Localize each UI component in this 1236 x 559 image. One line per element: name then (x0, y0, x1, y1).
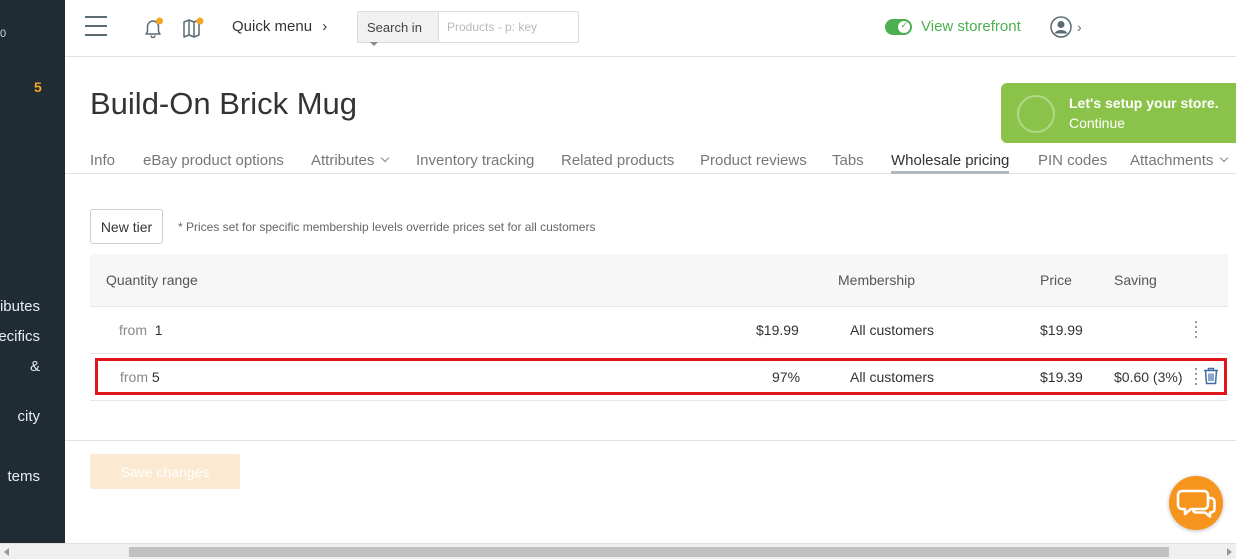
scroll-right-arrow-icon[interactable] (1227, 548, 1232, 556)
quantity-cell[interactable]: from 1 (119, 322, 163, 338)
column-quantity-range: Quantity range (106, 272, 198, 288)
tab-attachments[interactable]: Attachments (1130, 152, 1229, 169)
sidebar-item-specifics[interactable]: ecifics (0, 328, 40, 345)
chevron-down-icon (381, 153, 390, 163)
table-row[interactable]: from 1 $19.99 All customers $19.99 (90, 307, 1228, 354)
table-row[interactable]: from 5 97% All customers $19.39 $0.60 (3… (90, 354, 1228, 401)
quick-menu-button[interactable]: Quick menu › (232, 18, 327, 35)
progress-ring-icon (1017, 95, 1055, 133)
sidebar: 0 5 ributes ecifics & city tems (0, 0, 65, 559)
value-cell[interactable]: $19.99 (756, 322, 799, 338)
tab-wholesale-pricing[interactable]: Wholesale pricing (891, 152, 1010, 174)
setup-store-card[interactable]: Let's setup your store. Continue (1001, 83, 1236, 143)
membership-cell[interactable]: All customers (850, 369, 934, 385)
trash-icon[interactable] (1203, 367, 1219, 390)
membership-cell[interactable]: All customers (850, 322, 934, 338)
value-cell[interactable]: 97% (772, 369, 800, 385)
row-menu-icon[interactable] (1194, 321, 1198, 338)
column-membership: Membership (838, 272, 916, 288)
search-scope-label: Search in (367, 20, 422, 35)
chevron-right-icon: › (1077, 19, 1082, 35)
setup-continue-link[interactable]: Continue (1069, 115, 1125, 131)
chevron-right-icon: › (322, 18, 328, 35)
hamburger-menu-icon[interactable] (85, 16, 107, 36)
quick-menu-label: Quick menu (232, 18, 313, 35)
sidebar-item-items[interactable]: tems (7, 468, 40, 485)
sidebar-item-ampersand[interactable]: & (30, 358, 40, 375)
toggle-switch-icon[interactable]: ✓ (885, 18, 912, 35)
caret-down-icon (370, 41, 378, 46)
footer-divider (65, 440, 1236, 441)
search-scope-dropdown[interactable]: Search in (358, 12, 439, 46)
view-storefront-toggle[interactable]: ✓ View storefront (885, 18, 1021, 35)
user-menu-button[interactable]: › (1050, 16, 1082, 38)
new-tier-button[interactable]: New tier (90, 209, 163, 244)
store-map-icon[interactable] (181, 16, 204, 40)
saving-cell: $0.60 (3%) (1114, 369, 1183, 385)
scrollbar-thumb[interactable] (129, 547, 1169, 557)
sidebar-badge: 5 (34, 79, 42, 95)
page-title: Build-On Brick Mug (90, 86, 358, 121)
top-header: Quick menu › Search in ✓ View storefront… (65, 0, 1236, 57)
save-changes-button[interactable]: Save changes (90, 454, 240, 489)
column-price: Price (1040, 272, 1072, 288)
view-storefront-label[interactable]: View storefront (921, 18, 1021, 35)
search-bar: Search in (357, 11, 579, 46)
tab-ebay-product-options[interactable]: eBay product options (143, 152, 284, 169)
setup-title: Let's setup your store. (1069, 95, 1219, 111)
chevron-down-icon (1220, 153, 1229, 163)
tab-pin-codes[interactable]: PIN codes (1038, 152, 1107, 169)
sidebar-top-text: 0 (0, 28, 7, 40)
tab-product-reviews[interactable]: Product reviews (700, 152, 807, 169)
scroll-left-arrow-icon[interactable] (4, 548, 9, 556)
sidebar-item-city[interactable]: city (18, 408, 41, 425)
tab-attributes[interactable]: Attributes (311, 152, 390, 169)
price-cell: $19.99 (1040, 322, 1083, 338)
tab-info[interactable]: Info (90, 152, 115, 169)
price-cell: $19.39 (1040, 369, 1083, 385)
column-saving: Saving (1114, 272, 1157, 288)
product-tabs: Info eBay product options Attributes Inv… (65, 150, 1236, 174)
search-input[interactable] (439, 12, 578, 42)
quantity-cell[interactable]: from 5 (120, 369, 160, 385)
horizontal-scrollbar[interactable] (0, 543, 1236, 559)
wholesale-pricing-table: Quantity range Membership Price Saving f… (90, 254, 1228, 401)
bell-icon[interactable] (141, 16, 163, 40)
tab-inventory-tracking[interactable]: Inventory tracking (416, 152, 534, 169)
row-menu-icon[interactable] (1194, 368, 1198, 385)
user-avatar-icon (1050, 16, 1072, 38)
tab-tabs[interactable]: Tabs (832, 152, 864, 169)
chat-bubbles-icon[interactable] (1169, 476, 1223, 530)
table-header: Quantity range Membership Price Saving (90, 254, 1228, 307)
pricing-note: * Prices set for specific membership lev… (178, 220, 596, 234)
tab-related-products[interactable]: Related products (561, 152, 674, 169)
sidebar-item-attributes[interactable]: ributes (0, 298, 40, 315)
